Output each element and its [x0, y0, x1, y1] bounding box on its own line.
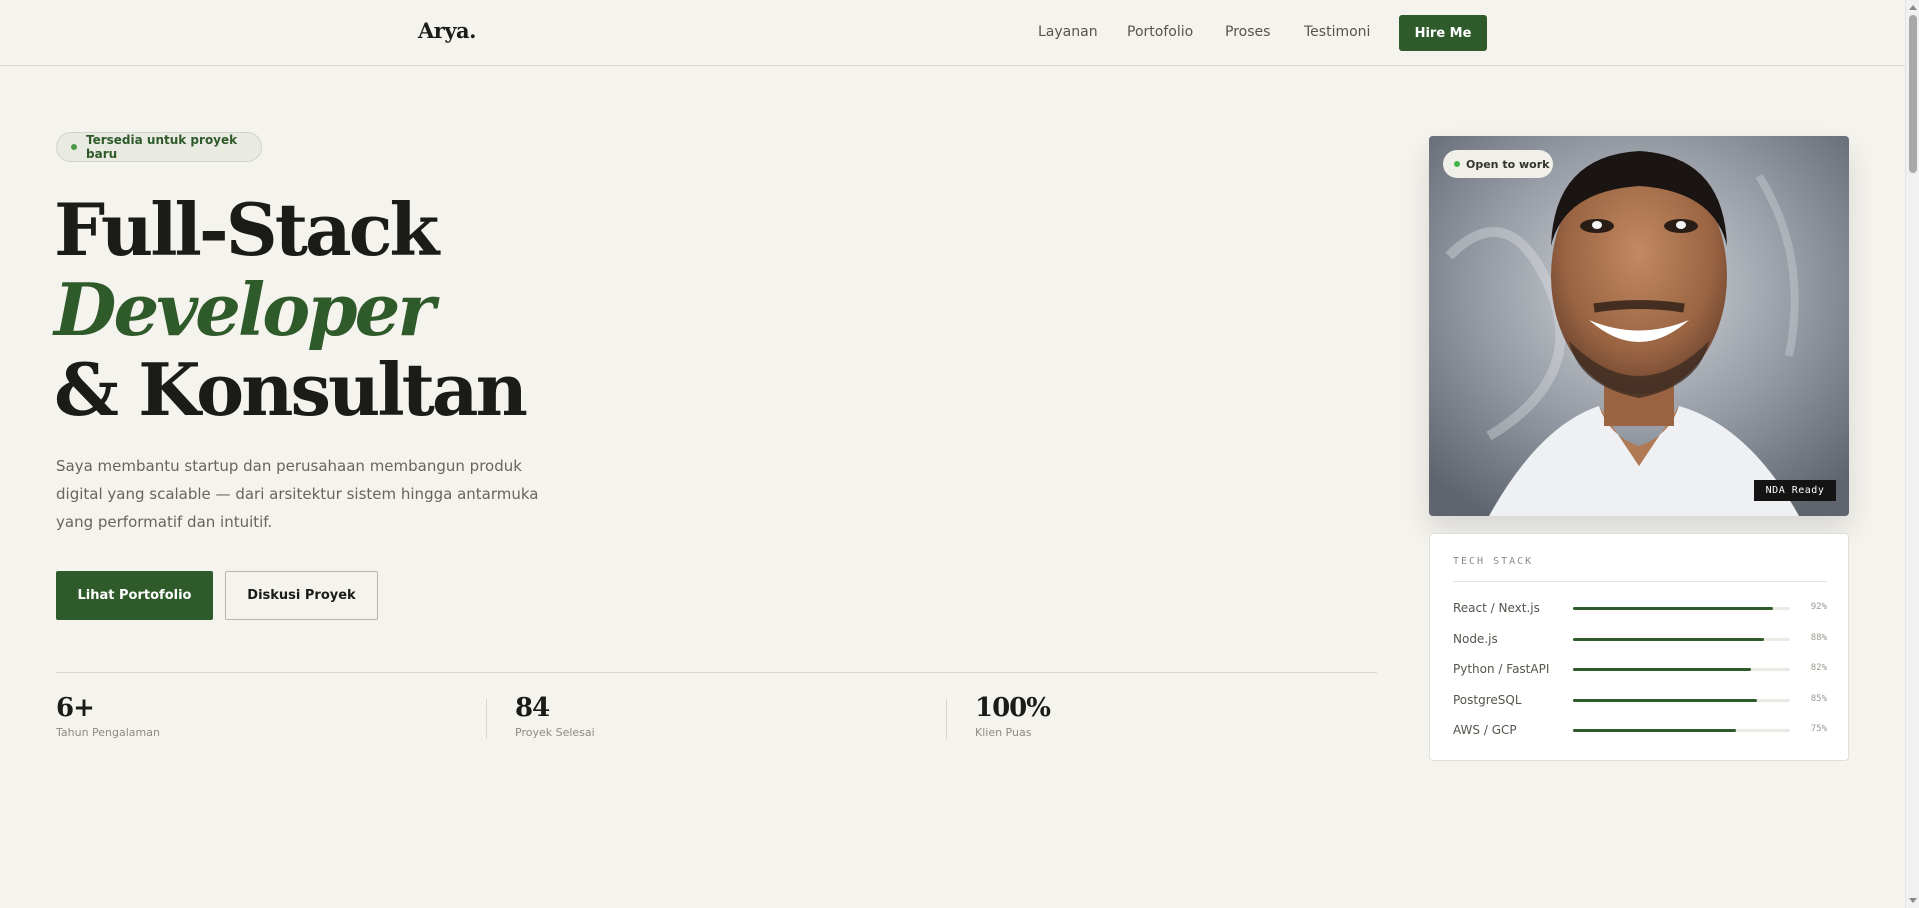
stat-value: 6+	[56, 693, 95, 723]
tech-stack-card: TECH STACK React / Next.js 92% Node.js 8…	[1429, 533, 1849, 761]
stat-projects: 84 Proyek Selesai	[515, 692, 595, 739]
nav-link-testimoni[interactable]: Testimoni	[1304, 24, 1370, 40]
scroll-up-arrow-icon[interactable]	[1909, 5, 1917, 10]
top-navbar: Arya. Layanan Portofolio Proses Testimon…	[0, 0, 1905, 66]
skill-progress-fill	[1573, 607, 1773, 610]
page: Arya. Layanan Portofolio Proses Testimon…	[0, 0, 1919, 908]
skill-percent: 92%	[1810, 602, 1827, 612]
open-to-work-badge: Open to work	[1443, 150, 1553, 178]
skill-percent: 88%	[1810, 633, 1827, 643]
hero-title-line-2: Developer	[54, 267, 435, 352]
skill-progress-track	[1573, 607, 1790, 610]
stat-label: Proyek Selesai	[515, 726, 595, 739]
skill-percent: 75%	[1810, 724, 1827, 734]
tech-stack-title: TECH STACK	[1453, 556, 1534, 567]
hire-me-button[interactable]: Hire Me	[1399, 15, 1487, 51]
skill-percent: 85%	[1810, 694, 1827, 704]
nda-ready-badge: NDA Ready	[1754, 480, 1836, 501]
discuss-project-button[interactable]: Diskusi Proyek	[225, 571, 378, 620]
hero-title-line-1: Full-Stack	[54, 187, 439, 272]
scrollbar-thumb[interactable]	[1909, 15, 1917, 173]
skill-progress-track	[1573, 668, 1790, 671]
view-portfolio-button[interactable]: Lihat Portofolio	[56, 571, 213, 620]
skill-name: PostgreSQL	[1453, 693, 1522, 707]
skill-progress-fill	[1573, 729, 1736, 732]
nav-link-portofolio[interactable]: Portofolio	[1127, 24, 1193, 40]
skill-progress-track	[1573, 699, 1790, 702]
hero-description: Saya membantu startup dan perusahaan mem…	[56, 457, 539, 531]
stat-value: 100%	[975, 693, 1051, 723]
page-scrollbar[interactable]	[1905, 0, 1919, 908]
site-logo[interactable]: Arya.	[418, 18, 476, 43]
skill-name: Python / FastAPI	[1453, 662, 1550, 676]
skill-row: PostgreSQL 85%	[1453, 691, 1827, 709]
availability-badge: Tersedia untuk proyek baru	[56, 132, 262, 162]
stats-divider	[56, 672, 1377, 673]
status-dot-icon	[1454, 161, 1460, 167]
hero-title-line-3: & Konsultan	[54, 347, 528, 432]
hero-title: Full-Stack Developer & Konsultan	[54, 187, 528, 432]
skill-row: Node.js 88%	[1453, 630, 1827, 648]
skill-row: Python / FastAPI 82%	[1453, 660, 1827, 678]
skill-name: AWS / GCP	[1453, 723, 1517, 737]
skill-row: React / Next.js 92%	[1453, 599, 1827, 617]
skill-progress-fill	[1573, 699, 1758, 702]
stat-value: 84	[515, 693, 550, 723]
skill-progress-track	[1573, 729, 1790, 732]
profile-photo-card: Open to work NDA Ready	[1429, 136, 1849, 516]
skill-progress-track	[1573, 638, 1790, 641]
skill-name: React / Next.js	[1453, 601, 1540, 615]
stat-label: Klien Puas	[975, 726, 1032, 739]
skill-progress-fill	[1573, 668, 1751, 671]
skill-name: Node.js	[1453, 632, 1498, 646]
stat-clients: 100% Klien Puas	[975, 692, 1051, 739]
nav-link-layanan[interactable]: Layanan	[1038, 24, 1098, 40]
stat-separator	[486, 699, 487, 739]
profile-photo	[1429, 136, 1849, 516]
stat-experience: 6+ Tahun Pengalaman	[56, 692, 160, 739]
open-to-work-text: Open to work	[1466, 157, 1550, 171]
stat-separator	[946, 699, 947, 739]
skill-percent: 82%	[1810, 663, 1827, 673]
tech-stack-divider	[1453, 581, 1827, 582]
skill-progress-fill	[1573, 638, 1764, 641]
scroll-down-arrow-icon[interactable]	[1909, 898, 1917, 903]
stat-label: Tahun Pengalaman	[56, 726, 160, 739]
status-dot-icon	[71, 144, 77, 150]
skill-row: AWS / GCP 75%	[1453, 721, 1827, 739]
availability-text: Tersedia untuk proyek baru	[86, 133, 238, 161]
nav-link-proses[interactable]: Proses	[1225, 24, 1270, 40]
